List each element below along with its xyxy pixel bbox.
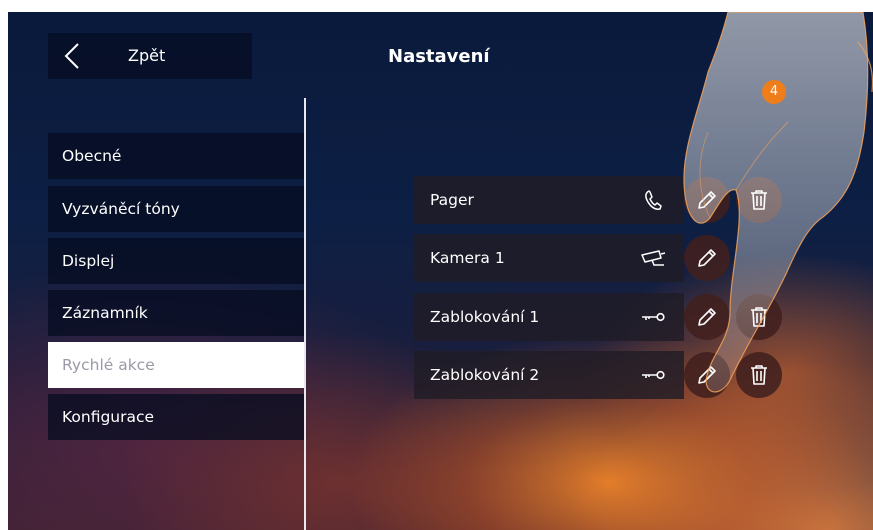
sidebar-item-ringtones[interactable]: Vyzváněcí tóny [48,186,304,232]
edit-button[interactable] [684,235,730,281]
key-icon [642,370,665,380]
quick-action-label: Zablokování 2 [430,366,540,384]
sidebar-item-configuration[interactable]: Konfigurace [48,394,304,440]
chevron-left-icon [64,43,79,69]
quick-action-label: Zablokování 1 [430,308,540,326]
edit-button[interactable] [684,177,730,223]
pencil-icon [698,191,716,209]
edit-button[interactable] [684,294,730,340]
quick-action-camera-1[interactable]: Kamera 1 [414,234,684,282]
back-button[interactable]: Zpět [48,33,252,79]
trash-icon [751,365,767,385]
divider [304,98,306,530]
trash-icon [751,307,767,327]
delete-button[interactable] [736,352,782,398]
sidebar-item-display[interactable]: Displej [48,238,304,284]
edit-button[interactable] [684,352,730,398]
key-icon [642,312,665,322]
quick-action-label: Pager [430,191,474,209]
pencil-icon [698,249,716,267]
phone-icon [645,190,662,210]
pencil-icon [698,308,716,326]
page-title: Nastavení [388,46,490,67]
back-label: Zpět [128,46,166,65]
sidebar-item-answering-machine[interactable]: Záznamník [48,290,304,336]
screen: Zpět Nastavení Obecné Vyzváněcí tóny Dis… [8,12,873,530]
quick-action-lock-2[interactable]: Zablokování 2 [414,351,684,399]
quick-action-label: Kamera 1 [430,249,505,267]
step-badge: 4 [762,80,786,104]
sidebar-item-general[interactable]: Obecné [48,133,304,179]
delete-button[interactable] [736,177,782,223]
pencil-icon [698,366,716,384]
trash-icon [751,190,767,210]
sidebar-item-quick-actions[interactable]: Rychlé akce [48,342,304,388]
camera-icon [641,250,666,266]
quick-action-pager[interactable]: Pager [414,176,684,224]
delete-button[interactable] [736,294,782,340]
quick-action-lock-1[interactable]: Zablokování 1 [414,293,684,341]
